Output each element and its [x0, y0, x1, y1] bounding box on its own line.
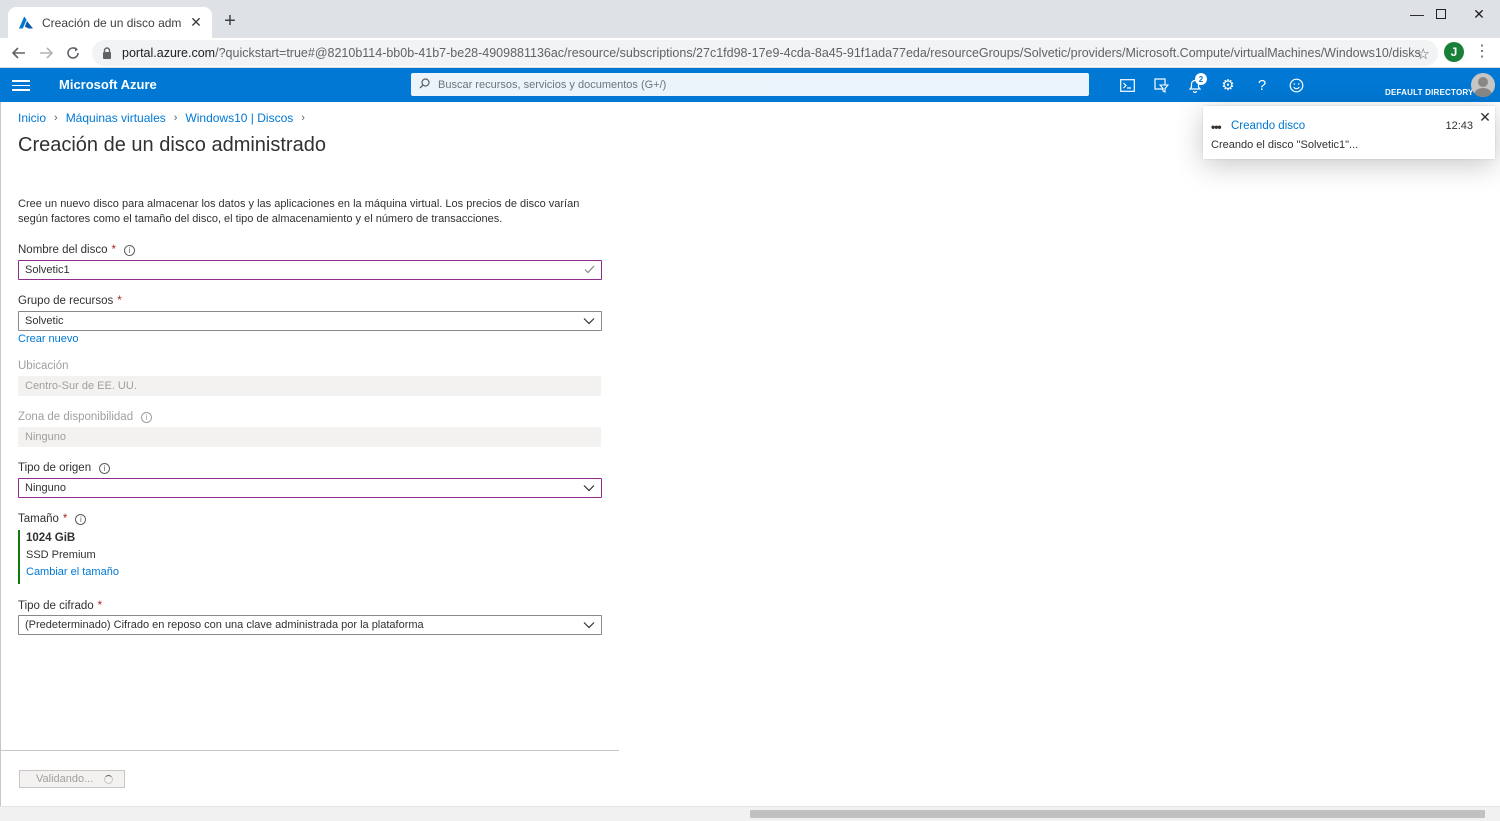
- resource-group-select[interactable]: Solvetic: [18, 311, 602, 331]
- source-type-value: Ninguno: [25, 482, 66, 494]
- directory-filter-icon[interactable]: [1150, 75, 1172, 95]
- breadcrumb: Inicio › Máquinas virtuales › Windows10 …: [18, 111, 313, 125]
- size-label: Tamaño * i: [18, 513, 87, 525]
- validating-button-label: Validando...: [36, 773, 94, 785]
- user-avatar[interactable]: [1471, 73, 1495, 97]
- validating-button[interactable]: Validando...: [19, 770, 125, 788]
- global-search-input[interactable]: [438, 78, 1038, 91]
- chevron-right-icon: ›: [173, 112, 178, 124]
- lock-icon: [103, 47, 111, 59]
- tab-title: Creación de un disco administrado: [42, 15, 182, 30]
- reload-icon[interactable]: [61, 41, 85, 65]
- disk-name-input[interactable]: [25, 264, 584, 276]
- spinner-icon: [104, 775, 113, 784]
- notification-title[interactable]: Creando disco: [1231, 120, 1305, 132]
- required-asterisk: *: [117, 295, 122, 307]
- in-progress-dots-icon: •••: [1211, 120, 1222, 134]
- source-type-label-text: Tipo de origen: [18, 462, 92, 474]
- checkmark-icon: [584, 263, 595, 277]
- availability-zone-value: Ninguno: [25, 431, 66, 443]
- browser-tabstrip: Creación de un disco administrado ✕ + — …: [0, 0, 1500, 38]
- url-path: /?quickstart=true#@8210b114-bb0b-41b7-be…: [215, 46, 1421, 60]
- encryption-type-select[interactable]: (Predeterminado) Cifrado en reposo con u…: [18, 615, 602, 635]
- resource-group-label: Grupo de recursos *: [18, 295, 122, 307]
- settings-gear-icon[interactable]: ⚙: [1217, 75, 1239, 95]
- resource-group-value: Solvetic: [25, 315, 64, 327]
- browser-tab[interactable]: Creación de un disco administrado ✕: [8, 7, 212, 38]
- encryption-type-value: (Predeterminado) Cifrado en reposo con u…: [25, 619, 424, 631]
- notification-toast[interactable]: ••• Creando disco 12:43 Creando el disco…: [1203, 106, 1495, 159]
- location-label: Ubicación: [18, 360, 69, 372]
- info-icon[interactable]: i: [99, 462, 111, 474]
- browser-toolbar: portal.azure.com/?quickstart=true#@8210b…: [0, 38, 1500, 68]
- bookmark-star-icon[interactable]: ☆: [1417, 45, 1430, 63]
- portal-brand[interactable]: Microsoft Azure: [59, 77, 157, 92]
- url-text: portal.azure.com/?quickstart=true#@8210b…: [122, 46, 1421, 60]
- encryption-type-label: Tipo de cifrado *: [18, 600, 102, 612]
- source-type-label: Tipo de origen i: [18, 462, 111, 474]
- new-tab-icon[interactable]: +: [220, 10, 240, 32]
- disk-name-field[interactable]: [18, 260, 602, 280]
- info-icon[interactable]: i: [75, 513, 87, 525]
- hamburger-menu-icon[interactable]: [12, 77, 30, 93]
- size-value: 1024 GiB: [26, 532, 76, 544]
- location-value: Centro-Sur de EE. UU.: [25, 380, 137, 392]
- help-icon[interactable]: ?: [1251, 75, 1273, 95]
- page-title: Creación de un disco administrado: [18, 134, 326, 156]
- tab-close-icon[interactable]: ✕: [188, 14, 204, 31]
- info-icon[interactable]: i: [123, 244, 135, 256]
- directory-label[interactable]: DEFAULT DIRECTORY: [1385, 88, 1474, 97]
- forward-arrow-icon[interactable]: [34, 41, 58, 65]
- source-type-select[interactable]: Ninguno: [18, 478, 602, 498]
- page-description: Cree un nuevo disco para almacenar los d…: [18, 198, 580, 225]
- info-icon[interactable]: i: [141, 411, 153, 423]
- location-label-text: Ubicación: [18, 360, 69, 372]
- required-asterisk: *: [111, 244, 116, 256]
- url-host: portal.azure.com: [122, 46, 216, 60]
- location-field: Centro-Sur de EE. UU.: [18, 376, 601, 396]
- window-close-icon[interactable]: ✕: [1456, 0, 1500, 28]
- breadcrumb-item-virtual-machines[interactable]: Máquinas virtuales: [66, 111, 166, 125]
- availability-zone-label-text: Zona de disponibilidad: [18, 411, 134, 423]
- encryption-type-label-text: Tipo de cifrado: [18, 600, 94, 612]
- create-new-resource-group-link[interactable]: Crear nuevo: [18, 333, 79, 345]
- address-bar[interactable]: portal.azure.com/?quickstart=true#@8210b…: [92, 40, 1438, 66]
- browser-menu-icon[interactable]: ⋮: [1474, 42, 1490, 64]
- availability-zone-label: Zona de disponibilidad i: [18, 411, 153, 423]
- notification-time: 12:43: [1445, 120, 1473, 132]
- scrollbar-thumb[interactable]: [750, 810, 1485, 818]
- footer-divider: [0, 750, 619, 751]
- chevron-down-icon: [583, 485, 595, 492]
- blade-left-border: [0, 102, 1, 806]
- chevron-down-icon: [583, 318, 595, 325]
- size-summary: 1024 GiB SSD Premium Cambiar el tamaño: [18, 530, 218, 584]
- size-sku: SSD Premium: [26, 549, 96, 561]
- search-icon: [419, 77, 430, 92]
- size-label-text: Tamaño: [18, 513, 59, 525]
- notification-message: Creando el disco "Solvetic1"...: [1211, 139, 1359, 151]
- change-size-link[interactable]: Cambiar el tamaño: [26, 566, 218, 578]
- disk-name-label: Nombre del disco * i: [18, 244, 135, 256]
- horizontal-scrollbar[interactable]: [0, 806, 1500, 821]
- required-asterisk: *: [97, 600, 103, 612]
- close-icon[interactable]: ✕: [1478, 110, 1492, 124]
- notification-count-badge: 2: [1195, 73, 1207, 85]
- feedback-smiley-icon[interactable]: [1285, 75, 1307, 95]
- cloud-shell-icon[interactable]: [1116, 75, 1138, 95]
- chevron-right-icon: ›: [301, 112, 305, 124]
- required-asterisk: *: [62, 513, 68, 525]
- breadcrumb-item-windows10-disks[interactable]: Windows10 | Discos: [185, 111, 293, 125]
- back-arrow-icon[interactable]: [7, 41, 31, 65]
- azure-logo-icon: [19, 16, 33, 28]
- breadcrumb-item-inicio[interactable]: Inicio: [18, 111, 46, 125]
- disk-name-label-text: Nombre del disco: [18, 244, 108, 256]
- chevron-down-icon: [583, 622, 595, 629]
- chevron-right-icon: ›: [54, 112, 58, 124]
- azure-header: Microsoft Azure ⚙ ?: [0, 68, 1500, 102]
- availability-zone-field: Ninguno: [18, 427, 601, 447]
- global-search[interactable]: [411, 73, 1089, 96]
- browser-profile-avatar[interactable]: J: [1444, 42, 1464, 62]
- resource-group-label-text: Grupo de recursos: [18, 295, 114, 307]
